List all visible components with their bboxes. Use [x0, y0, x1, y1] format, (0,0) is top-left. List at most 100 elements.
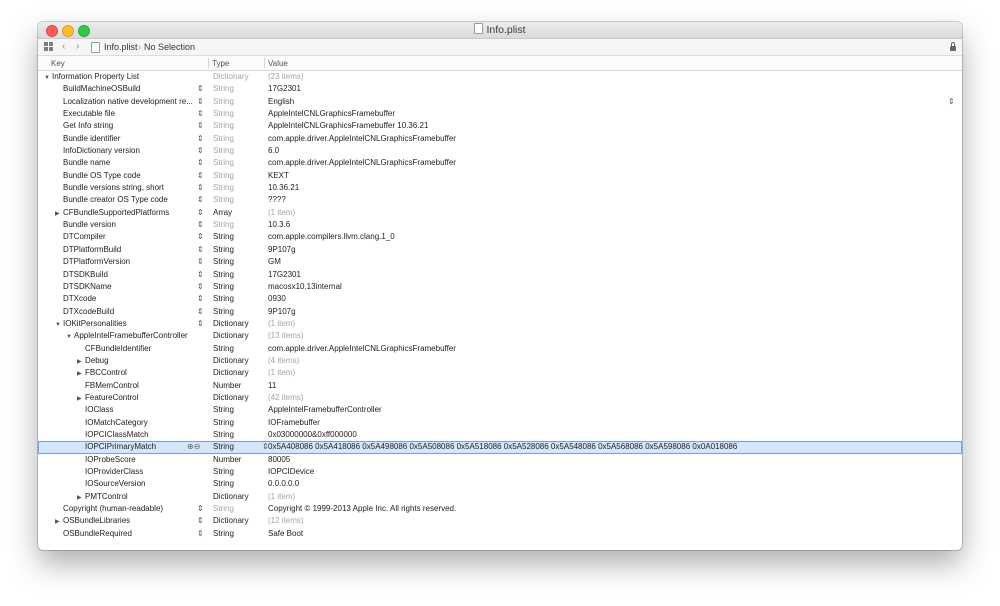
row-value[interactable]: Copyright © 1999-2013 Apple Inc. All rig… — [268, 504, 948, 513]
key-stepper-icon[interactable]: ⇕ — [197, 257, 204, 266]
row-type[interactable]: Dictionary — [213, 393, 263, 402]
row-type[interactable]: String — [213, 430, 263, 439]
row-value[interactable]: (12 items) — [268, 516, 948, 525]
key-stepper-icon[interactable]: ⇕ — [197, 146, 204, 155]
row-value[interactable]: 9P107g — [268, 245, 948, 254]
row-value[interactable]: com.apple.driver.AppleIntelCNLGraphicsFr… — [268, 344, 948, 353]
row-type[interactable]: String — [213, 257, 263, 266]
plist-row[interactable]: ▶ FeatureControl Dictionary (42 items) — [38, 392, 962, 404]
back-arrow-icon[interactable]: ‹ — [62, 41, 65, 52]
row-type[interactable]: String — [213, 405, 263, 414]
row-key[interactable]: DTCompiler — [38, 232, 223, 241]
row-key[interactable]: DTPlatformVersion — [38, 257, 223, 266]
row-type[interactable]: String — [213, 134, 263, 143]
disclosure-open-icon[interactable]: ▼ — [44, 75, 52, 81]
row-value[interactable]: 10.3.6 — [268, 220, 948, 229]
plist-row[interactable]: ▼ AppleIntelFramebufferController Dictiona… — [38, 330, 962, 342]
row-key[interactable]: Bundle versions string, short — [38, 183, 223, 192]
column-key[interactable]: Key — [51, 59, 65, 68]
row-value[interactable]: macosx10.13internal — [268, 282, 948, 291]
row-type[interactable]: String — [213, 97, 263, 106]
key-stepper-icon[interactable]: ⇕ — [197, 282, 204, 291]
plist-row[interactable]: DTXcode ⇕ String 0930 — [38, 293, 962, 305]
row-value[interactable]: Safe Boot — [268, 529, 948, 538]
key-stepper-icon[interactable]: ⇕ — [197, 134, 204, 143]
row-key[interactable]: Bundle creator OS Type code — [38, 195, 223, 204]
row-type[interactable]: Array — [213, 208, 263, 217]
disclosure-open-icon[interactable]: ▼ — [66, 334, 74, 340]
row-value[interactable]: 17G2301 — [268, 270, 948, 279]
row-key[interactable]: DTXcodeBuild — [38, 307, 223, 316]
column-divider[interactable] — [264, 58, 265, 68]
key-stepper-icon[interactable]: ⇕ — [197, 195, 204, 204]
key-stepper-icon[interactable]: ⇕ — [197, 158, 204, 167]
row-type[interactable]: String — [213, 232, 263, 241]
row-value[interactable]: (1 item) — [268, 492, 948, 501]
row-value[interactable]: AppleIntelCNLGraphicsFramebuffer — [268, 109, 948, 118]
row-value[interactable]: 0.0.0.0.0 — [268, 479, 948, 488]
row-value[interactable]: AppleIntelFramebufferController — [268, 405, 948, 414]
row-value[interactable]: com.apple.driver.AppleIntelCNLGraphicsFr… — [268, 134, 948, 143]
forward-arrow-icon[interactable]: › — [76, 41, 79, 52]
key-stepper-icon[interactable]: ⇕ — [197, 183, 204, 192]
key-stepper-icon[interactable]: ⇕ — [197, 270, 204, 279]
row-type[interactable]: Dictionary — [213, 492, 263, 501]
row-value[interactable]: (1 item) — [268, 368, 948, 377]
row-type[interactable]: String — [213, 467, 263, 476]
row-type[interactable]: String — [213, 220, 263, 229]
plist-row[interactable]: IOPCIPrimaryMatch ⊕⊖ ⇕ String 0x5A408086 0x5… — [38, 441, 962, 454]
key-stepper-icon[interactable]: ⇕ — [197, 232, 204, 241]
plist-row[interactable]: ▶ CFBundleSupportedPlatforms ⇕ Array (1 item… — [38, 207, 962, 219]
plist-row[interactable]: FBMemControl Number 11 — [38, 380, 962, 392]
row-key[interactable]: ▶ CFBundleSupportedPlatforms — [38, 208, 223, 217]
row-value[interactable]: IOFramebuffer — [268, 418, 948, 427]
row-value[interactable]: AppleIntelCNLGraphicsFramebuffer 10.36.2… — [268, 121, 948, 130]
plist-row[interactable]: DTXcodeBuild ⇕ String 9P107g — [38, 306, 962, 318]
plist-row[interactable]: Localization native development re... ⇕ St… — [38, 96, 962, 108]
plist-row[interactable]: ▶ OSBundleLibraries ⇕ Dictionary (12 items) — [38, 515, 962, 527]
plist-row[interactable]: Bundle version ⇕ String 10.3.6 — [38, 219, 962, 231]
key-stepper-icon[interactable]: ⇕ — [197, 220, 204, 229]
lock-icon[interactable] — [950, 42, 956, 51]
plist-row[interactable]: CFBundleIdentifier String com.apple.driver… — [38, 343, 962, 355]
plist-row[interactable]: Bundle creator OS Type code ⇕ String???? — [38, 194, 962, 206]
plist-row[interactable]: Bundle OS Type code ⇕ String KEXT — [38, 170, 962, 182]
plist-row[interactable]: IOProbeScore Number 80005 — [38, 454, 962, 466]
disclosure-closed-icon[interactable]: ▶ — [55, 210, 63, 217]
disclosure-closed-icon[interactable]: ▶ — [77, 494, 85, 501]
row-key[interactable]: DTSDKName — [38, 282, 223, 291]
key-stepper-icon[interactable]: ⇕ — [197, 97, 204, 106]
row-value[interactable]: IOPCIDevice — [268, 467, 948, 476]
disclosure-closed-icon[interactable]: ▶ — [55, 518, 63, 525]
plist-row[interactable]: DTSDKBuild ⇕ String 17G2301 — [38, 269, 962, 281]
row-type[interactable]: String — [213, 282, 263, 291]
row-key[interactable]: Bundle name — [38, 158, 223, 167]
row-value[interactable]: 0x5A408086 0x5A418086 0x5A498086 0x5A508… — [268, 442, 948, 451]
row-type[interactable]: String — [213, 442, 263, 451]
row-value[interactable]: 0930 — [268, 294, 948, 303]
row-key[interactable]: DTXcode — [38, 294, 223, 303]
row-key[interactable]: ▼ IOKitPersonalities — [38, 319, 223, 328]
key-stepper-icon[interactable]: ⇕ — [197, 294, 204, 303]
key-stepper-icon[interactable]: ⇕ — [197, 319, 204, 328]
row-value[interactable]: English — [268, 97, 948, 106]
row-type[interactable]: String — [213, 84, 263, 93]
row-value[interactable]: (23 items) — [268, 72, 948, 81]
row-type[interactable]: String — [213, 294, 263, 303]
row-value[interactable]: ???? — [268, 195, 948, 204]
row-type[interactable]: String — [213, 158, 263, 167]
row-value[interactable]: KEXT — [268, 171, 948, 180]
row-type[interactable]: String — [213, 479, 263, 488]
plist-row[interactable]: IOClass String AppleIntelFramebufferContro… — [38, 404, 962, 416]
row-type[interactable]: String — [213, 245, 263, 254]
plist-row[interactable]: Bundle name ⇕ String com.apple.driver.Apple… — [38, 157, 962, 169]
key-stepper-icon[interactable]: ⇕ — [197, 529, 204, 538]
row-type[interactable]: Number — [213, 455, 263, 464]
row-type[interactable]: String — [213, 270, 263, 279]
disclosure-closed-icon[interactable]: ▶ — [77, 370, 85, 377]
row-type[interactable]: String — [213, 183, 263, 192]
row-key[interactable]: Localization native development re... — [38, 97, 223, 106]
add-remove-icons[interactable]: ⊕⊖ — [187, 442, 200, 451]
plist-row[interactable]: Bundle identifier ⇕ String com.apple.driver… — [38, 133, 962, 145]
key-stepper-icon[interactable]: ⇕ — [197, 171, 204, 180]
